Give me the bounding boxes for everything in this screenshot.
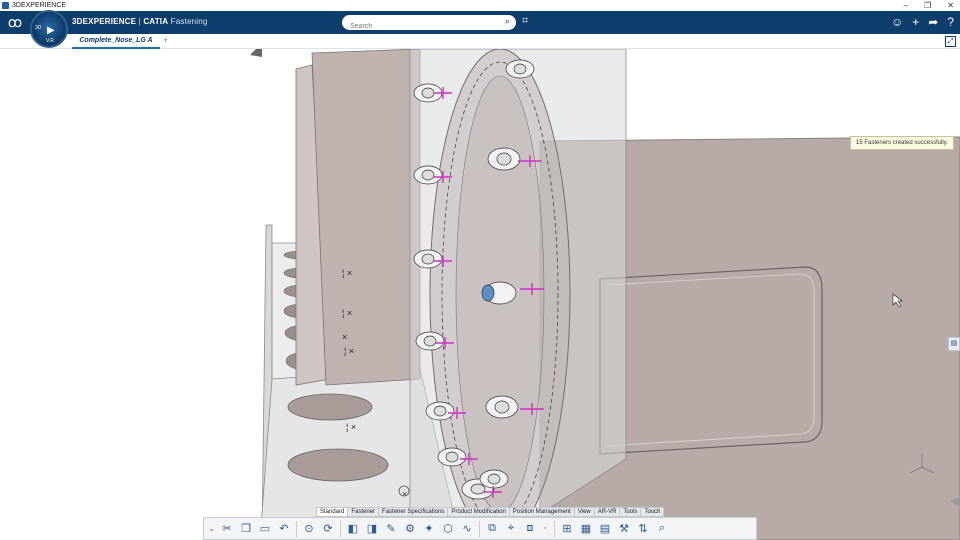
action-bar-collapse-icon[interactable]: ⌄ xyxy=(207,521,216,537)
paste-icon[interactable]: ▭ xyxy=(257,521,273,537)
compass-widget[interactable]: 3D ▶ V.R xyxy=(30,10,68,48)
settings-icon[interactable]: ⚒ xyxy=(616,521,632,537)
table-icon[interactable]: ▦ xyxy=(578,521,594,537)
success-notification: 15 Fasteners created successfully. xyxy=(850,136,954,150)
expand-icon[interactable]: ⤢ xyxy=(945,36,956,47)
user-icon[interactable]: ☺ xyxy=(891,15,903,29)
undo-icon[interactable]: ↶ xyxy=(276,521,292,537)
tag-icon[interactable]: ⌗ xyxy=(522,15,528,28)
grid-icon[interactable]: ▤ xyxy=(597,521,613,537)
brand-prefix: 3DEXPERIENCE xyxy=(72,17,137,26)
app-header: ꝏ 3DEXPERIENCE | CATIA Fastening ⌕ ⌗ ☺ +… xyxy=(0,11,960,34)
brand-app: Fastening xyxy=(170,17,208,26)
model-render: ¦ × ¦ × × ¦ × ¦ × × xyxy=(250,49,960,540)
tree-icon[interactable]: ⊞ xyxy=(559,521,575,537)
minimize-icon[interactable]: – xyxy=(904,0,908,11)
svg-text:¦ ×: ¦ × xyxy=(346,422,356,432)
help-icon[interactable]: ? xyxy=(947,15,954,29)
add-icon[interactable]: + xyxy=(912,15,919,29)
os-window-title: 3DEXPERIENCE xyxy=(12,2,67,9)
app-icon xyxy=(2,2,9,9)
fastener-spec-icon[interactable]: ⧉ xyxy=(484,521,500,537)
brand-title: 3DEXPERIENCE | CATIA Fastening xyxy=(72,17,208,26)
play-icon[interactable]: ▶ xyxy=(47,25,55,36)
tab-position-management[interactable]: Position Management xyxy=(510,508,575,516)
separator xyxy=(296,520,297,537)
tab-fastener[interactable]: Fastener xyxy=(348,508,380,516)
svg-text:×: × xyxy=(342,332,347,342)
3d-viewport[interactable]: ¦ × ¦ × × ¦ × ¦ × × 15 Fasteners created… xyxy=(0,49,960,540)
tab-complete-nose[interactable]: Complete_Nose_LG A xyxy=(72,34,160,49)
tab-view[interactable]: View xyxy=(575,508,595,516)
document-tab-bar: Complete_Nose_LG A + ⤢ xyxy=(0,34,960,49)
tab-standard[interactable]: Standard xyxy=(317,508,349,516)
tab-touch[interactable]: Touch xyxy=(641,508,663,516)
svg-text:¦ ×: ¦ × xyxy=(342,308,352,318)
part-icon[interactable]: ◧ xyxy=(345,521,361,537)
header-tools: ☺ + ➦ ? xyxy=(891,15,954,29)
separator xyxy=(340,520,341,537)
side-panel-handle-icon[interactable]: ▤ xyxy=(948,337,960,351)
compass-vr-label: V.R xyxy=(46,38,54,44)
share-icon[interactable]: ➦ xyxy=(928,15,938,29)
compass-3d-label: 3D xyxy=(35,25,42,31)
sketch-icon[interactable]: ✎ xyxy=(383,521,399,537)
brand-product: CATIA xyxy=(143,17,169,26)
brand-separator: | xyxy=(136,17,144,26)
position-icon[interactable]: ⌖ xyxy=(503,521,519,537)
action-bar: ⌄ ✂ ❐ ▭ ↶ ⊙ ⟳ ◧ ◨ ✎ ⚙ ✦ ⬡ ∿ ⧉ ⌖ ⧈ ▫ ⊞ ▦ … xyxy=(203,517,757,540)
dassault-logo-icon[interactable]: ꝏ xyxy=(6,14,24,30)
bolt-icon[interactable]: ⬡ xyxy=(440,521,456,537)
tab-ar-vr[interactable]: AR-VR xyxy=(595,508,621,516)
os-title-bar: 3DEXPERIENCE – ❐ ✕ xyxy=(0,0,960,11)
window-controls: – ❐ ✕ xyxy=(904,0,954,11)
tab-fastener-specifications[interactable]: Fastener Specifications xyxy=(379,508,449,516)
new-tab-icon[interactable]: + xyxy=(163,35,168,45)
reorder-icon[interactable]: ⇅ xyxy=(635,521,651,537)
search-fastener-icon[interactable]: ⌕ xyxy=(654,521,670,537)
fastener-icon[interactable]: ⚙ xyxy=(402,521,418,537)
search-icon[interactable]: ⌕ xyxy=(505,16,510,27)
svg-text:¦ ×: ¦ × xyxy=(342,268,352,278)
checkbox-icon[interactable]: ▫ xyxy=(541,521,550,537)
search-input[interactable] xyxy=(342,19,492,34)
tab-product-modification[interactable]: Product Modification xyxy=(448,508,510,516)
separator xyxy=(479,520,480,537)
close-icon[interactable]: ✕ xyxy=(947,0,954,11)
spot-weld-icon[interactable]: ✦ xyxy=(421,521,437,537)
rotate-icon[interactable]: ⟳ xyxy=(320,521,336,537)
workbench-tab-bar: Standard Fastener Fastener Specification… xyxy=(316,507,665,517)
curve-fastener-icon[interactable]: ∿ xyxy=(459,521,475,537)
svg-text:×: × xyxy=(402,489,407,499)
tab-tools[interactable]: Tools xyxy=(620,508,642,516)
assembly-icon[interactable]: ◨ xyxy=(364,521,380,537)
restore-icon[interactable]: ❐ xyxy=(924,0,931,11)
copy-icon[interactable]: ❐ xyxy=(238,521,254,537)
duplicate-icon[interactable]: ⧈ xyxy=(522,521,538,537)
fit-all-icon[interactable]: ⊙ xyxy=(301,521,317,537)
separator xyxy=(554,520,555,537)
cut-icon[interactable]: ✂ xyxy=(219,521,235,537)
search-box: ⌕ xyxy=(342,15,516,34)
svg-text:¦ ×: ¦ × xyxy=(344,346,354,356)
